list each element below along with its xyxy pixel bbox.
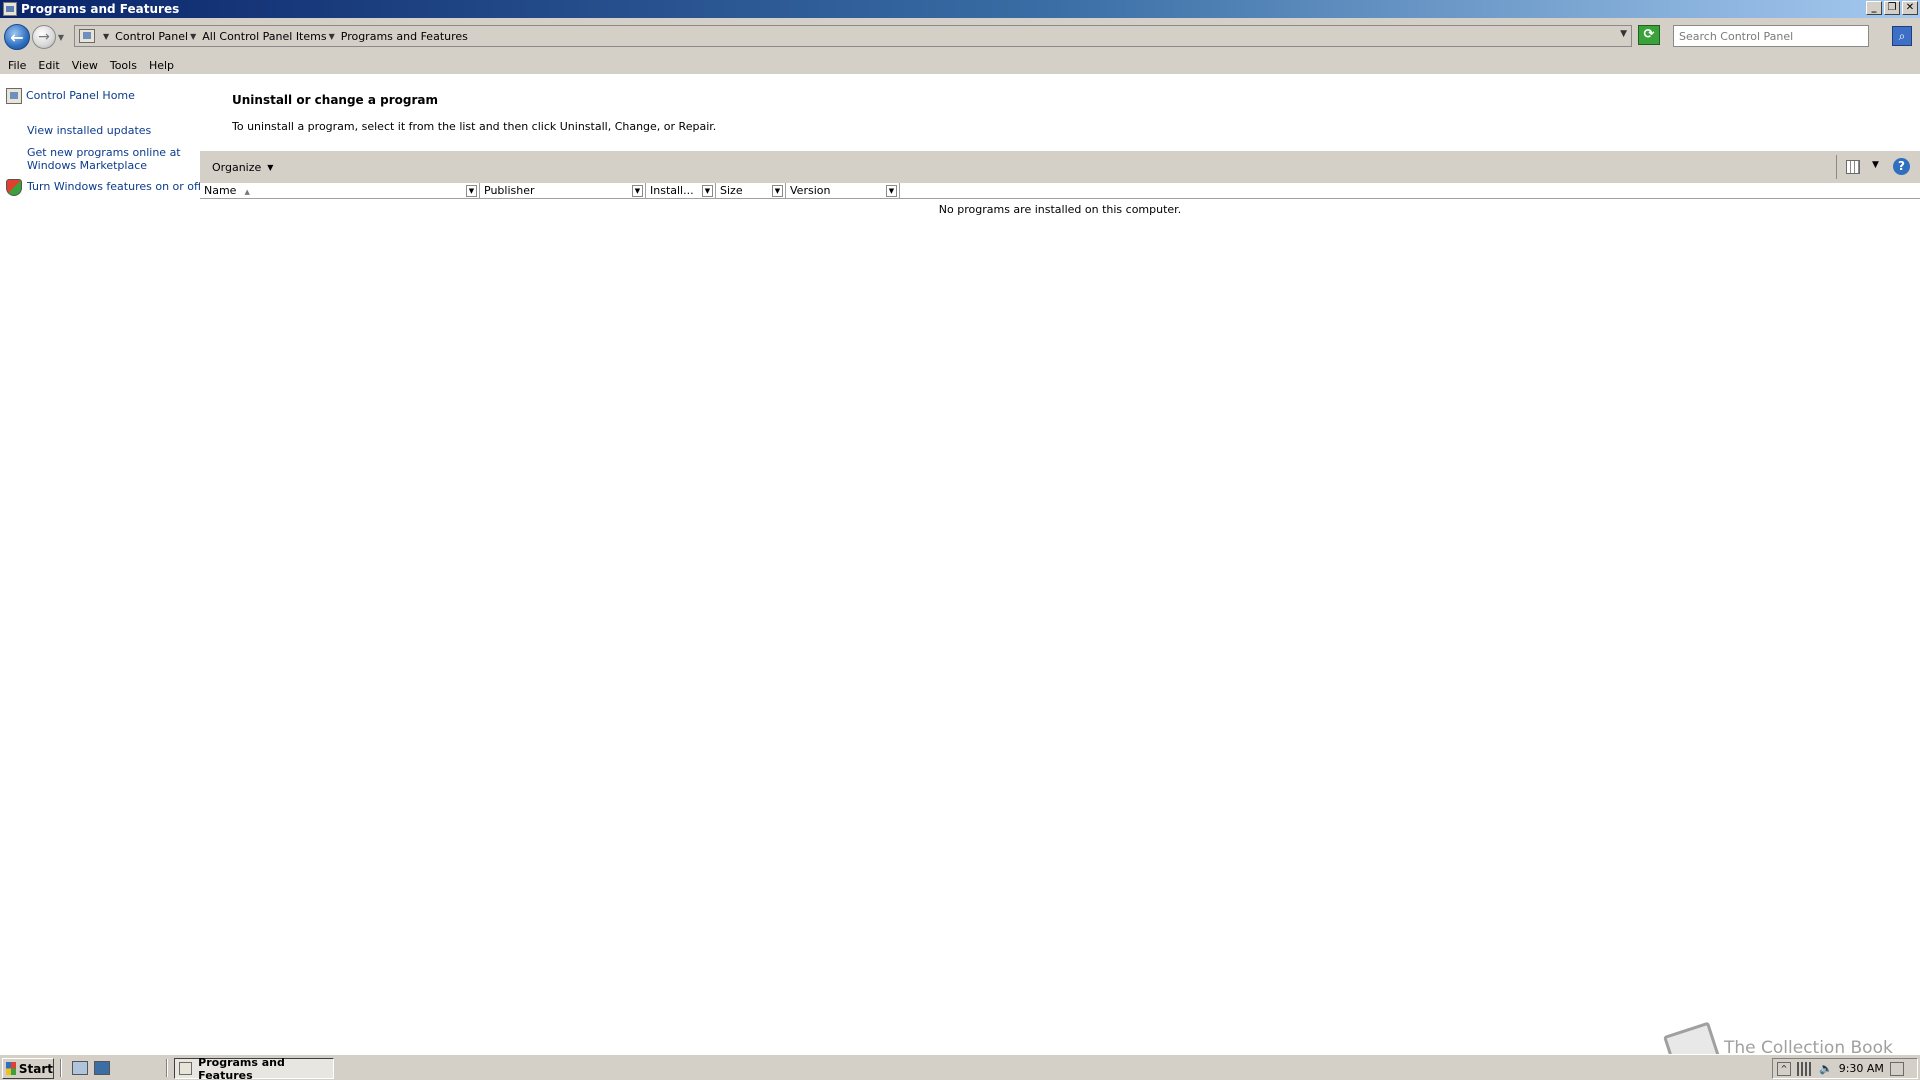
breadcrumb-control-panel[interactable]: Control Panel	[115, 30, 188, 43]
control-panel-icon	[79, 29, 95, 43]
window-controls: _ ❐ ✕	[1866, 1, 1918, 15]
address-bar[interactable]: ▼ Control Panel ▼ All Control Panel Item…	[74, 25, 1632, 47]
chevron-down-icon[interactable]: ▼	[1872, 160, 1879, 170]
column-installed-label: Install...	[650, 184, 694, 197]
clock[interactable]: 9:30 AM	[1839, 1062, 1884, 1075]
toolbar-separator	[1836, 155, 1837, 179]
control-panel-icon	[6, 88, 22, 104]
column-filter-dropdown[interactable]: ▼	[466, 185, 477, 197]
page-title: Uninstall or change a program	[232, 93, 439, 107]
show-desktop-icon[interactable]	[94, 1061, 110, 1075]
task-windows-features[interactable]: Turn Windows features on or off	[27, 180, 202, 193]
chevron-down-icon: ▼	[57, 32, 65, 42]
refresh-button[interactable]: ⟳	[1638, 25, 1660, 45]
start-button[interactable]: Start	[2, 1058, 54, 1079]
taskbar-divider	[166, 1059, 168, 1077]
back-button[interactable]: ←	[4, 24, 30, 50]
control-panel-icon	[179, 1062, 193, 1075]
minimize-button[interactable]: _	[1866, 1, 1882, 15]
menu-view[interactable]: View	[68, 59, 106, 72]
task-get-new-programs-line1: Get new programs online at	[27, 146, 181, 159]
shield-icon	[6, 179, 22, 196]
system-tray: ^ 🔈 9:30 AM	[1772, 1058, 1918, 1079]
page-description: To uninstall a program, select it from t…	[232, 120, 717, 133]
column-filter-dropdown[interactable]: ▼	[886, 185, 897, 197]
chevron-down-icon[interactable]: ▼	[103, 32, 109, 41]
breadcrumb-all-items[interactable]: All Control Panel Items	[202, 30, 326, 43]
network-icon[interactable]	[1797, 1061, 1813, 1076]
command-bar: Organize ▼	[200, 151, 1920, 183]
empty-list-message: No programs are installed on this comput…	[938, 203, 1182, 216]
start-label: Start	[18, 1061, 53, 1076]
column-filter-dropdown[interactable]: ▼	[632, 185, 643, 197]
search-icon: ⌕	[1898, 29, 1906, 43]
search-input[interactable]: Search Control Panel	[1673, 25, 1869, 47]
column-version-label: Version	[790, 184, 831, 197]
title-bar: Programs and Features _ ❐ ✕	[0, 0, 1920, 18]
views-icon[interactable]	[1846, 160, 1860, 174]
task-get-new-programs-line2: Windows Marketplace	[27, 159, 148, 172]
sort-ascending-icon: ▲	[244, 188, 250, 196]
organize-label: Organize	[212, 160, 262, 174]
server-manager-icon[interactable]	[72, 1061, 88, 1075]
chevron-down-icon[interactable]: ▼	[190, 32, 196, 41]
action-center-icon[interactable]	[1889, 1061, 1904, 1076]
breadcrumb-programs-features[interactable]: Programs and Features	[341, 30, 468, 43]
column-publisher-label: Publisher	[484, 184, 535, 197]
column-size-label: Size	[720, 184, 743, 197]
control-panel-icon	[3, 2, 17, 16]
column-header: Name ▲ ▼ Publisher ▼ Install... ▼ Size ▼ …	[200, 183, 1920, 199]
navigation-bar: ← → ▼ ▼ Control Panel ▼ All Control Pane…	[0, 18, 1920, 56]
windows-logo-icon	[6, 1062, 16, 1075]
task-view-installed-updates[interactable]: View installed updates	[27, 124, 151, 137]
arrow-left-icon: ←	[10, 27, 24, 47]
task-control-panel-home[interactable]: Control Panel Home	[26, 89, 135, 102]
menu-tools[interactable]: Tools	[106, 59, 145, 72]
taskbar-item-label: Programs and Features	[198, 1055, 285, 1080]
taskbar: Start Programs and Features ^ 🔈 9:30 AM	[0, 1054, 1920, 1080]
chevron-down-icon[interactable]: ▼	[329, 32, 335, 41]
column-filter-dropdown[interactable]: ▼	[702, 185, 713, 197]
column-version[interactable]: Version ▼	[786, 183, 900, 199]
arrow-right-icon: →	[38, 29, 50, 45]
column-name[interactable]: Name ▲ ▼	[200, 183, 480, 199]
column-size[interactable]: Size ▼	[716, 183, 786, 199]
volume-muted-icon[interactable]: 🔈	[1819, 1062, 1833, 1075]
column-publisher[interactable]: Publisher ▼	[480, 183, 646, 199]
recent-pages-dropdown[interactable]: ▼	[56, 27, 66, 47]
search-button[interactable]: ⌕	[1892, 26, 1912, 46]
help-icon[interactable]: ?	[1893, 158, 1910, 175]
column-filter-dropdown[interactable]: ▼	[772, 185, 783, 197]
organize-button[interactable]: Organize ▼	[212, 161, 273, 174]
taskbar-item-programs-features[interactable]: Programs and Features	[174, 1055, 334, 1080]
refresh-icon: ⟳	[1643, 27, 1655, 42]
taskbar-divider	[60, 1059, 62, 1077]
column-installed-on[interactable]: Install... ▼	[646, 183, 716, 199]
expand-tray-icon[interactable]: ^	[1777, 1061, 1791, 1076]
close-button[interactable]: ✕	[1902, 1, 1918, 15]
menu-file[interactable]: File	[4, 59, 34, 72]
task-get-new-programs[interactable]: Get new programs online at Windows Marke…	[27, 146, 181, 172]
menu-help[interactable]: Help	[145, 59, 182, 72]
menu-edit[interactable]: Edit	[34, 59, 67, 72]
restore-button[interactable]: ❐	[1884, 1, 1900, 15]
menu-bar: File Edit View Tools Help	[0, 56, 1920, 74]
window-title: Programs and Features	[21, 2, 180, 16]
chevron-down-icon: ▼	[267, 162, 274, 172]
forward-button[interactable]: →	[32, 25, 56, 49]
column-name-label: Name	[204, 184, 237, 197]
address-dropdown-icon[interactable]: ▼	[1620, 29, 1627, 39]
